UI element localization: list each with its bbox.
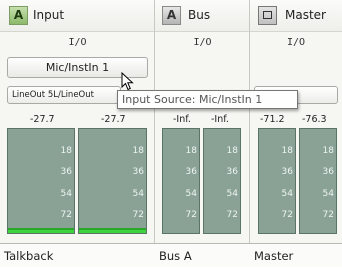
bus-io-label: I/O — [193, 37, 212, 48]
meter-scale-label: 36 — [60, 167, 72, 177]
meter-scale-label: 72 — [281, 210, 293, 220]
meter-scale-label: 54 — [132, 189, 144, 199]
meter-scale-label: 72 — [185, 210, 197, 220]
meter-scale-label: 18 — [322, 146, 334, 156]
input-strip-badge-icon: A — [9, 6, 28, 25]
master-strip-name[interactable]: Master — [250, 243, 342, 267]
input-strip-title: Input — [33, 8, 65, 22]
input-strip-name[interactable]: Talkback — [0, 243, 155, 267]
input-strip: A Input I/O Mic/InstIn 1 LineOut 5L/Line… — [0, 0, 155, 267]
meter-scale-label: 54 — [226, 189, 238, 199]
meter-scale-label: 54 — [322, 189, 334, 199]
meter-scale-label: 18 — [60, 146, 72, 156]
meter-scale-label: 18 — [226, 146, 238, 156]
input-peak-left[interactable]: -27.7 — [30, 114, 55, 125]
input-output-button[interactable]: LineOut 5L/LineOut — [7, 86, 121, 104]
master-meter-right: 18 36 54 72 — [299, 128, 337, 234]
meter-scale-label: 18 — [185, 146, 197, 156]
input-meter-left: 18 36 54 72 — [7, 128, 75, 234]
input-strip-header[interactable]: A Input — [0, 0, 154, 32]
meter-scale-label: 18 — [132, 146, 144, 156]
mouse-cursor-icon — [121, 72, 134, 91]
bus-peak-right[interactable]: -Inf. — [211, 114, 229, 125]
master-io-label: I/O — [286, 37, 306, 48]
bus-meter-right: 18 36 54 72 — [203, 128, 241, 234]
meter-scale-label: 36 — [281, 167, 293, 177]
master-peak-left[interactable]: -71.2 — [260, 114, 285, 125]
bus-meter-left: 18 36 54 72 — [162, 128, 200, 234]
input-io-label: I/O — [68, 37, 87, 48]
meter-scale-label: 18 — [281, 146, 293, 156]
input-meter-right: 18 36 54 72 — [78, 128, 147, 234]
meter-scale-label: 36 — [226, 167, 238, 177]
meter-signal-bar — [8, 230, 74, 233]
master-meter-left: 18 36 54 72 — [258, 128, 296, 234]
meter-scale-label: 72 — [322, 210, 334, 220]
meter-scale-label: 72 — [226, 210, 238, 220]
meter-scale-label: 36 — [185, 167, 197, 177]
master-strip-badge-icon — [258, 6, 277, 25]
mixer-window: A Input I/O Mic/InstIn 1 LineOut 5L/Line… — [0, 0, 342, 267]
input-source-tooltip: Input Source: Mic/InstIn 1 — [117, 90, 298, 109]
meter-scale-label: 54 — [185, 189, 197, 199]
meter-scale-label: 36 — [132, 167, 144, 177]
meter-scale-label: 54 — [60, 189, 72, 199]
meter-scale-label: 54 — [281, 189, 293, 199]
master-strip: Master I/O ut 1L/... -71.2 -76.3 18 36 5… — [250, 0, 342, 267]
meter-scale-label: 36 — [322, 167, 334, 177]
meter-scale-label: 72 — [60, 210, 72, 220]
bus-strip-title: Bus — [188, 8, 211, 22]
bus-strip: A Bus I/O -Inf. -Inf. 18 36 54 72 18 36 … — [155, 0, 250, 267]
bus-strip-name[interactable]: Bus A — [155, 243, 250, 267]
master-strip-header[interactable]: Master — [250, 0, 342, 32]
meter-scale-label: 72 — [132, 210, 144, 220]
input-peak-right[interactable]: -27.7 — [101, 114, 126, 125]
master-strip-title: Master — [285, 8, 326, 22]
bus-strip-badge-icon: A — [162, 6, 181, 25]
meter-signal-bar — [79, 230, 146, 233]
master-peak-right[interactable]: -76.3 — [302, 114, 327, 125]
bus-strip-header[interactable]: A Bus — [155, 0, 249, 32]
bus-peak-left[interactable]: -Inf. — [173, 114, 191, 125]
